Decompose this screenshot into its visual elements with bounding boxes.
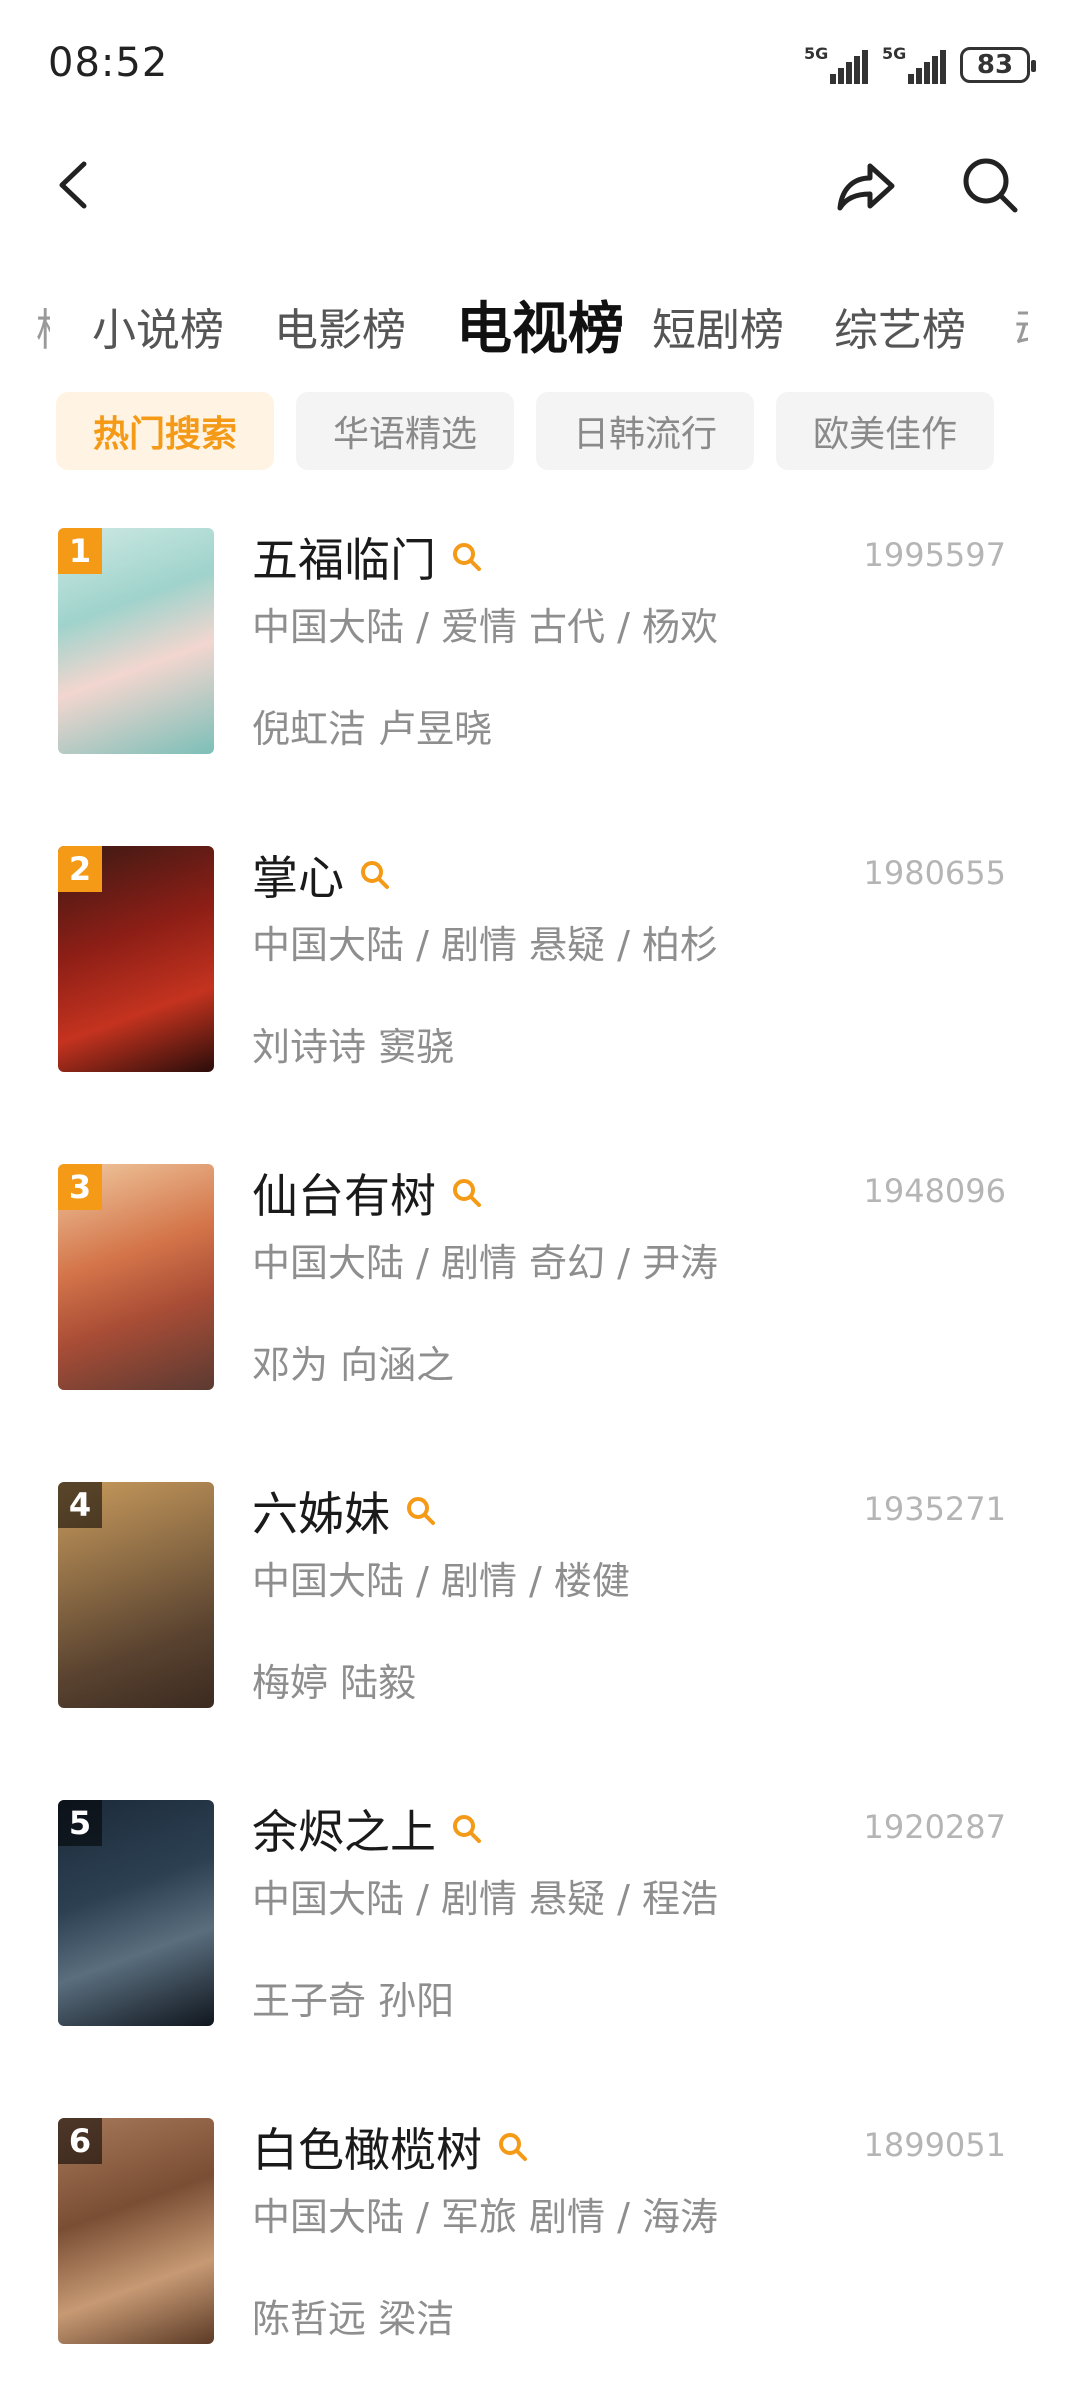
search-icon[interactable] bbox=[450, 1176, 484, 1210]
filter-chips: 热门搜索 华语精选 日韩流行 欧美佳作 bbox=[0, 392, 1080, 472]
tab-fragment-left[interactable]: 榜 bbox=[36, 294, 50, 358]
item-cast: 倪虹洁 卢昱晓 bbox=[252, 707, 493, 751]
item-title[interactable]: 五福临门 bbox=[252, 524, 436, 590]
list-item[interactable]: 2 掌心 1980655 中国大陆 / 剧情 悬疑 / 柏杉 刘诗诗 窦骁 bbox=[0, 842, 1080, 1072]
chevron-left-icon bbox=[59, 161, 87, 209]
tab-fragment-right[interactable]: 动 bbox=[1014, 294, 1028, 358]
item-title[interactable]: 白色橄榄树 bbox=[252, 2114, 482, 2180]
tab-novel[interactable]: 小说榜 bbox=[92, 294, 224, 358]
list-item[interactable]: 4 六姊妹 1935271 中国大陆 / 剧情 / 楼健 梅婷 陆毅 bbox=[0, 1478, 1080, 1708]
rank-badge: 2 bbox=[58, 846, 102, 892]
poster-image[interactable]: 4 bbox=[58, 1482, 214, 1708]
network-type-1: 5G bbox=[804, 44, 829, 63]
chip-hot-search[interactable]: 热门搜索 bbox=[56, 392, 274, 470]
item-meta: 中国大陆 / 军旅 剧情 / 海涛 bbox=[252, 2195, 719, 2239]
share-button[interactable] bbox=[830, 150, 900, 220]
item-meta: 中国大陆 / 剧情 悬疑 / 程浩 bbox=[252, 1877, 719, 1921]
poster-image[interactable]: 1 bbox=[58, 528, 214, 754]
tab-tv[interactable]: 电视榜 bbox=[456, 284, 624, 365]
share-arrow-icon bbox=[837, 163, 895, 211]
status-bar: 08:52 5G 5G 83 bbox=[0, 0, 1080, 130]
item-meta: 中国大陆 / 剧情 悬疑 / 柏杉 bbox=[252, 923, 719, 967]
poster-image[interactable]: 5 bbox=[58, 1800, 214, 2026]
rank-badge: 5 bbox=[58, 1800, 102, 1846]
hot-score: 1920287 bbox=[863, 1808, 1006, 1846]
list-item[interactable]: 1 五福临门 1995597 中国大陆 / 爱情 古代 / 杨欢 倪虹洁 卢昱晓 bbox=[0, 524, 1080, 754]
item-title[interactable]: 仙台有树 bbox=[252, 1160, 436, 1226]
list-item[interactable]: 5 余烬之上 1920287 中国大陆 / 剧情 悬疑 / 程浩 王子奇 孙阳 bbox=[0, 1796, 1080, 2026]
item-title[interactable]: 掌心 bbox=[252, 842, 344, 908]
battery-icon: 83 bbox=[960, 47, 1036, 83]
network-type-2: 5G bbox=[882, 44, 907, 63]
item-meta: 中国大陆 / 爱情 古代 / 杨欢 bbox=[252, 605, 719, 649]
search-icon[interactable] bbox=[450, 540, 484, 574]
tab-short-drama[interactable]: 短剧榜 bbox=[652, 294, 784, 358]
tab-movie[interactable]: 电影榜 bbox=[274, 294, 406, 358]
signal-icon-2: 5G bbox=[882, 44, 946, 86]
search-icon[interactable] bbox=[358, 858, 392, 892]
list-item[interactable]: 6 白色橄榄树 1899051 中国大陆 / 军旅 剧情 / 海涛 陈哲远 梁洁 bbox=[0, 2114, 1080, 2344]
top-nav bbox=[0, 130, 1080, 240]
search-button[interactable] bbox=[955, 150, 1025, 220]
poster-image[interactable]: 6 bbox=[58, 2118, 214, 2344]
signal-icon-1: 5G bbox=[804, 44, 868, 86]
item-meta: 中国大陆 / 剧情 奇幻 / 尹涛 bbox=[252, 1241, 719, 1285]
chip-jp-kr[interactable]: 日韩流行 bbox=[536, 392, 754, 470]
item-cast: 刘诗诗 窦骁 bbox=[252, 1025, 455, 1069]
search-icon[interactable] bbox=[450, 1812, 484, 1846]
status-time: 08:52 bbox=[48, 40, 169, 86]
hot-score: 1980655 bbox=[863, 854, 1006, 892]
item-title[interactable]: 六姊妹 bbox=[252, 1478, 390, 1544]
item-cast: 邓为 向涵之 bbox=[252, 1343, 455, 1387]
item-meta: 中国大陆 / 剧情 / 楼健 bbox=[252, 1559, 630, 1603]
item-cast: 梅婷 陆毅 bbox=[252, 1661, 417, 1705]
search-icon[interactable] bbox=[496, 2130, 530, 2164]
rank-badge: 3 bbox=[58, 1164, 102, 1210]
status-icons: 5G 5G 83 bbox=[804, 44, 1036, 86]
poster-image[interactable]: 2 bbox=[58, 846, 214, 1072]
hot-score: 1899051 bbox=[863, 2126, 1006, 2164]
category-tabs: 榜 小说榜 电影榜 电视榜 短剧榜 综艺榜 动 bbox=[0, 280, 1080, 370]
tab-variety[interactable]: 综艺榜 bbox=[834, 294, 966, 358]
hot-score: 1935271 bbox=[863, 1490, 1006, 1528]
battery-level: 83 bbox=[976, 50, 1014, 80]
search-icon bbox=[963, 158, 1018, 213]
chip-chinese-picks[interactable]: 华语精选 bbox=[296, 392, 514, 470]
list-item[interactable]: 3 仙台有树 1948096 中国大陆 / 剧情 奇幻 / 尹涛 邓为 向涵之 bbox=[0, 1160, 1080, 1390]
rank-badge: 6 bbox=[58, 2118, 102, 2164]
rank-badge: 4 bbox=[58, 1482, 102, 1528]
back-button[interactable] bbox=[40, 150, 110, 220]
search-icon[interactable] bbox=[404, 1494, 438, 1528]
item-cast: 陈哲远 梁洁 bbox=[252, 2297, 455, 2341]
chip-western[interactable]: 欧美佳作 bbox=[776, 392, 994, 470]
rank-badge: 1 bbox=[58, 528, 102, 574]
item-title[interactable]: 余烬之上 bbox=[252, 1796, 436, 1862]
poster-image[interactable]: 3 bbox=[58, 1164, 214, 1390]
item-cast: 王子奇 孙阳 bbox=[252, 1979, 455, 2023]
hot-score: 1948096 bbox=[863, 1172, 1006, 1210]
hot-score: 1995597 bbox=[863, 536, 1006, 574]
